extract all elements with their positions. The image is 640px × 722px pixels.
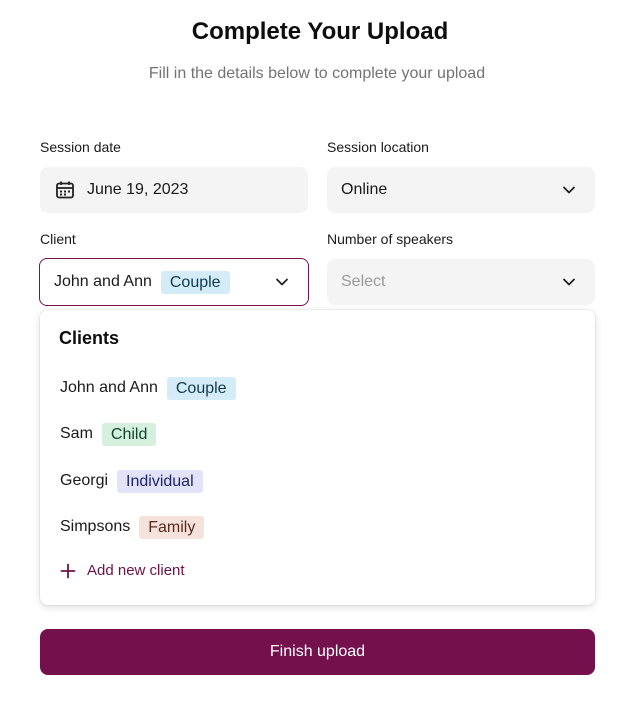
client-value: John and Ann	[54, 273, 152, 290]
chevron-down-icon	[276, 278, 288, 286]
session-date-field[interactable]: June 19, 2023	[40, 167, 308, 213]
client-dropdown: Clients John and Ann Couple Sam Child Ge…	[40, 310, 595, 605]
speakers-placeholder: Select	[341, 273, 386, 290]
client-option-tag: Family	[139, 515, 205, 539]
dropdown-title: Clients	[59, 328, 120, 348]
client-option-tag: Couple	[166, 376, 236, 400]
chevron-down-icon	[563, 278, 575, 286]
client-label: Client	[40, 231, 76, 247]
client-option-name: Simpsons	[60, 518, 131, 535]
client-option-name: John and Ann	[60, 379, 158, 396]
client-option-name: Georgi	[60, 472, 109, 489]
client-option-name: Sam	[60, 425, 93, 442]
session-date-value: June 19, 2023	[87, 181, 189, 198]
session-location-select[interactable]: Online	[327, 167, 595, 213]
add-new-client-button[interactable]: Add new client	[60, 562, 185, 579]
client-option-john-and-ann[interactable]: John and Ann Couple	[60, 376, 236, 400]
chevron-down-icon	[563, 186, 575, 194]
session-date-label: Session date	[40, 139, 121, 155]
client-option-georgi[interactable]: Georgi Individual	[60, 469, 203, 493]
session-location-label: Session location	[327, 139, 429, 155]
client-option-sam[interactable]: Sam Child	[60, 422, 157, 446]
plus-icon	[60, 563, 76, 578]
page-title: Complete Your Upload	[191, 18, 449, 45]
calendar-icon	[56, 181, 74, 199]
add-new-client-label: Add new client	[87, 562, 185, 579]
client-select[interactable]: John and Ann Couple	[39, 258, 309, 306]
speakers-label: Number of speakers	[327, 231, 454, 247]
session-location-value: Online	[341, 181, 388, 198]
page-subtitle: Fill in the details below to complete yo…	[148, 65, 486, 82]
finish-upload-button[interactable]: Finish upload	[40, 629, 595, 675]
speakers-select[interactable]: Select	[327, 259, 595, 305]
client-option-tag: Child	[101, 422, 157, 446]
client-option-tag: Individual	[117, 469, 203, 493]
client-tag: Couple	[160, 270, 230, 294]
client-option-simpsons[interactable]: Simpsons Family	[60, 515, 205, 539]
